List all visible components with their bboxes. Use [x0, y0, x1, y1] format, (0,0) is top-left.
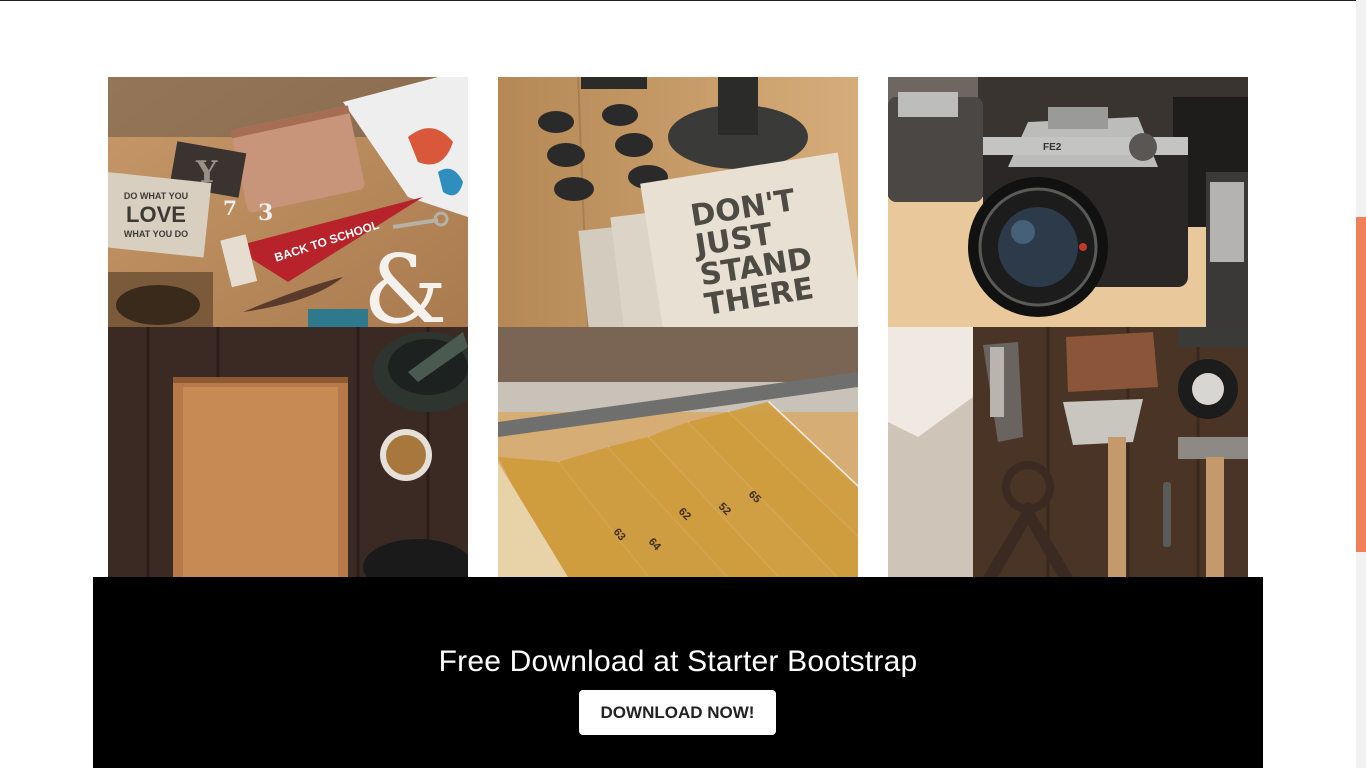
svg-text:7: 7 — [223, 196, 237, 220]
folding-rulers-image: 63 64 62 52 65 — [498, 327, 858, 577]
cta-title: Free Download at Starter Bootstrap — [438, 645, 918, 678]
svg-text:&: & — [363, 235, 448, 327]
download-now-button[interactable]: DOWNLOAD NOW! — [579, 690, 776, 735]
portfolio-item-rulers[interactable]: 63 64 62 52 65 — [498, 327, 858, 577]
cutting-board-image — [108, 327, 468, 577]
vintage-cameras-image: FE2 — [888, 77, 1248, 327]
notebook-line1: DO WHAT YOU — [124, 191, 188, 201]
portfolio-item-cameras[interactable]: FE2 — [888, 77, 1248, 327]
portfolio-item-stationery[interactable]: Y DO WHAT YOU LOVE WHAT YOU DO BACK TO S… — [108, 77, 468, 327]
notebook-line3: WHAT YOU DO — [124, 229, 188, 239]
scrollbar-thumb[interactable] — [1356, 217, 1366, 552]
svg-text:3: 3 — [258, 200, 273, 226]
top-border — [0, 0, 1356, 1]
download-cta-section: Free Download at Starter Bootstrap DOWNL… — [93, 577, 1263, 768]
workshop-tools-image — [888, 327, 1248, 577]
portfolio-item-tools[interactable] — [888, 327, 1248, 577]
portfolio-item-letterpress[interactable]: DON'T JUST STAND THERE — [498, 77, 858, 327]
notebook-line2: LOVE — [126, 202, 186, 227]
stationery-flatlay-image: Y DO WHAT YOU LOVE WHAT YOU DO BACK TO S… — [108, 77, 468, 327]
portfolio-item-cutting-board[interactable] — [108, 327, 468, 577]
scrollbar[interactable] — [1356, 0, 1366, 768]
letterpress-cards-image: DON'T JUST STAND THERE — [498, 77, 858, 327]
svg-text:FE2: FE2 — [1043, 142, 1062, 153]
